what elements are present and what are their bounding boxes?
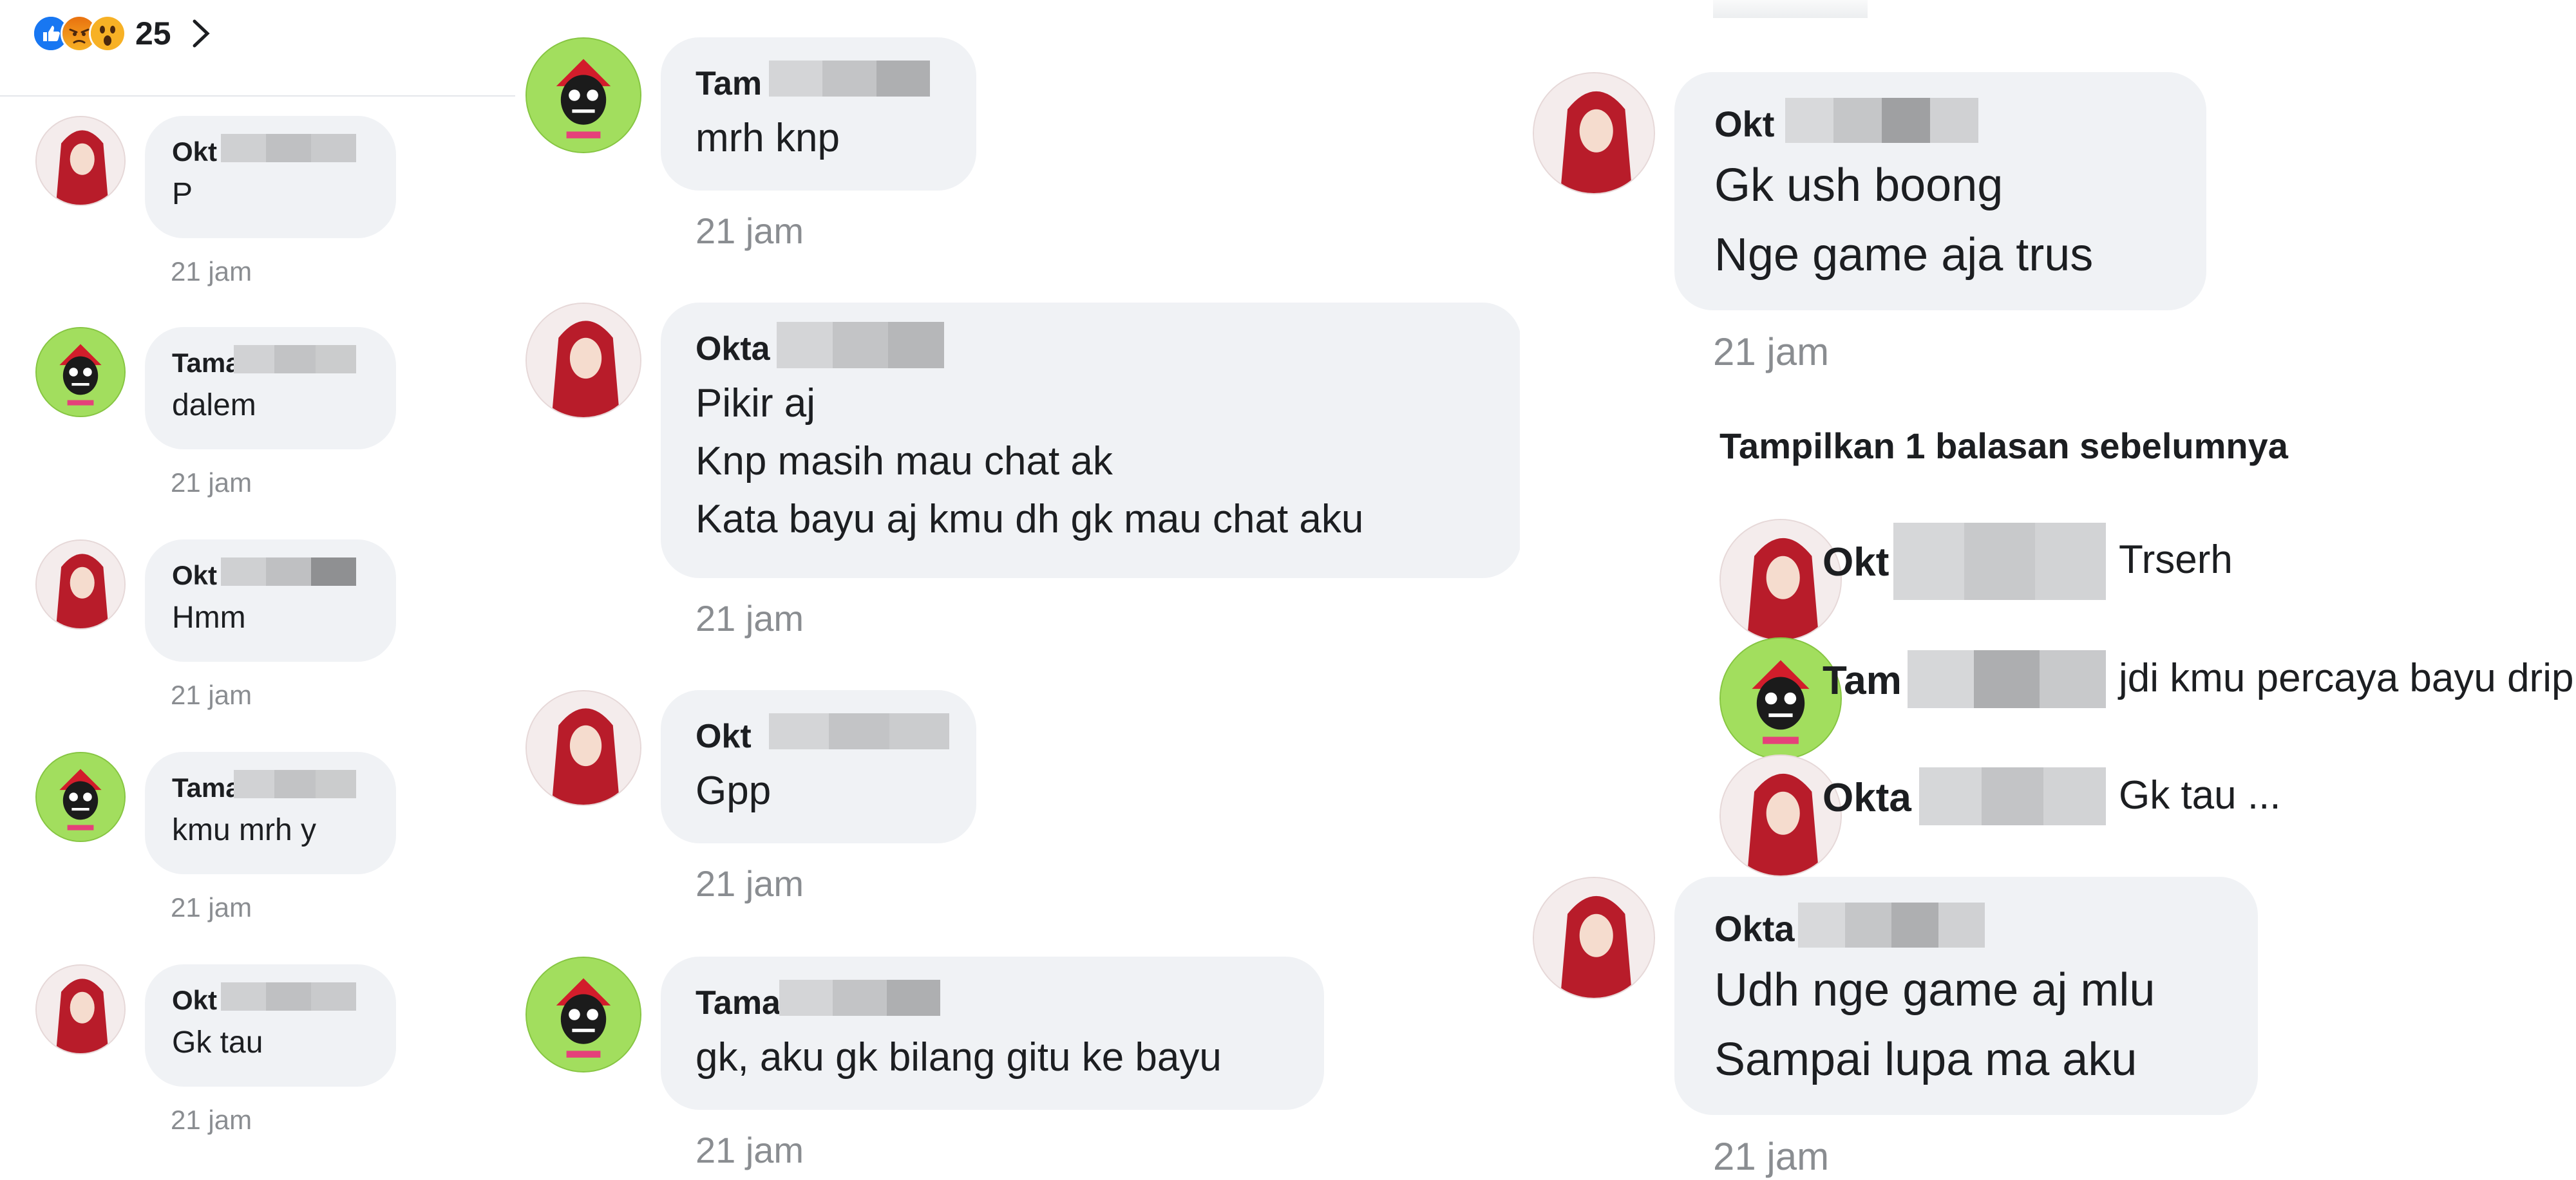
reply-text: Gk tau ...	[2119, 773, 2281, 818]
avatar[interactable]	[526, 957, 641, 1072]
reply-text: Trserh	[2119, 538, 2233, 582]
comment-time[interactable]: 21 jam	[696, 863, 804, 904]
comment-text: P	[172, 177, 193, 211]
avatar[interactable]	[35, 752, 126, 842]
comment-bubble: Tama kmu mrh y	[145, 752, 396, 874]
comment-time[interactable]: 21 jam	[171, 680, 252, 711]
comment-time[interactable]: 21 jam	[696, 597, 804, 639]
commenter-name[interactable]: Tama	[172, 348, 241, 379]
comment-time[interactable]: 21 jam	[1713, 1134, 1829, 1179]
commenter-name[interactable]: Okta	[1714, 908, 1795, 950]
comment-text: gk, aku gk bilang gitu ke bayu	[696, 1035, 1222, 1080]
commenter-name[interactable]: Okt	[696, 717, 752, 756]
panel-comments-2: Tam mrh knp 21 jam Okta Pikir aj Knp mas…	[515, 0, 1520, 1180]
avatar[interactable]	[35, 327, 126, 417]
comment-text: Pikir aj Knp masih mau chat ak Kata bayu…	[696, 381, 1364, 541]
redacted-name-blur	[1893, 523, 2106, 600]
avatar[interactable]	[526, 690, 641, 806]
commenter-name[interactable]: Okt	[1714, 103, 1774, 145]
comment-text: Udh nge game aj mlu Sampai lupa ma aku	[1714, 964, 2155, 1085]
wow-icon	[89, 15, 126, 52]
comment-bubble: Okt Gpp	[661, 690, 976, 843]
comment-text: mrh knp	[696, 116, 840, 160]
avatar[interactable]	[526, 37, 641, 153]
comment-bubble: Okta Udh nge game aj mlu Sampai lupa ma …	[1674, 877, 2258, 1115]
redacted-name-blur	[769, 61, 930, 97]
redacted-name-blur	[769, 713, 949, 749]
redacted-name-blur	[777, 322, 945, 368]
comment-time[interactable]: 21 jam	[171, 467, 252, 498]
comment-bubble: Tam mrh knp	[661, 37, 976, 191]
redacted-name-blur	[1908, 650, 2107, 708]
comment-text: kmu mrh y	[172, 813, 317, 847]
chevron-right-icon[interactable]	[189, 17, 213, 50]
avatar[interactable]	[1533, 877, 1655, 999]
redacted-name-blur	[234, 345, 356, 373]
avatar[interactable]	[526, 303, 641, 418]
comment-bubble: Okta Pikir aj Knp masih mau chat ak Kata…	[661, 303, 1520, 578]
comment-time[interactable]: 21 jam	[1713, 330, 1829, 374]
commenter-name[interactable]: Okt	[172, 560, 217, 591]
commenter-name[interactable]: Tama	[696, 984, 781, 1022]
avatar[interactable]	[35, 964, 126, 1054]
comment-bubble: Okt Gk tau	[145, 964, 396, 1087]
commenter-name[interactable]: Tam	[696, 64, 762, 103]
comment-text: Gpp	[696, 769, 772, 813]
avatar[interactable]	[35, 116, 126, 206]
redacted-name-blur	[221, 134, 356, 162]
comment-bubble: Okt P	[145, 116, 396, 238]
redacted-name-blur	[221, 982, 356, 1011]
comment-time[interactable]: 21 jam	[696, 1129, 804, 1171]
comment-text: dalem	[172, 388, 256, 422]
redacted-name-blur	[1919, 767, 2107, 825]
comment-time[interactable]: 21 jam	[171, 256, 252, 287]
comment-text: Hmm	[172, 601, 246, 635]
reaction-count: 25	[135, 15, 171, 52]
commenter-name[interactable]: Tama	[172, 773, 241, 803]
cropped-text	[1713, 0, 1868, 18]
redacted-name-blur	[221, 557, 356, 586]
avatar[interactable]	[1533, 72, 1655, 194]
divider	[0, 95, 515, 97]
commenter-name[interactable]: Okta	[696, 330, 770, 368]
comment-bubble: Tama gk, aku gk bilang gitu ke bayu	[661, 957, 1324, 1110]
commenter-name[interactable]: Okt	[172, 136, 217, 167]
reply-text: jdi kmu percaya bayu drip	[2119, 656, 2574, 700]
comment-time[interactable]: 21 jam	[171, 892, 252, 923]
comment-text: Gk tau	[172, 1025, 263, 1060]
comment-bubble: Okt Hmm	[145, 539, 396, 662]
commenter-name[interactable]: Okt	[172, 985, 217, 1016]
redacted-name-blur	[1785, 98, 1978, 143]
comment-time[interactable]: 21 jam	[696, 210, 804, 252]
show-previous-replies-link[interactable]: Tampilkan 1 balasan sebelumnya	[1719, 425, 2288, 467]
comment-text: Gk ush boong Nge game aja trus	[1714, 160, 2094, 281]
panel-comments-3: Okt Gk ush boong Nge game aja trus 21 ja…	[1520, 0, 2576, 1180]
reaction-summary[interactable]: 25	[32, 15, 213, 52]
panel-comments-1: 25 Okt P 21 jam Tama dalem 21 jam Okt Hm…	[0, 0, 515, 1180]
avatar[interactable]	[35, 539, 126, 630]
comment-bubble: Tama dalem	[145, 327, 396, 449]
reply-author[interactable]: Okta	[1823, 775, 1911, 821]
comment-time[interactable]: 21 jam	[171, 1105, 252, 1136]
reply-author[interactable]: Tam	[1823, 658, 1902, 704]
redacted-name-blur	[779, 980, 940, 1016]
redacted-name-blur	[234, 770, 356, 798]
comment-bubble: Okt Gk ush boong Nge game aja trus	[1674, 72, 2206, 310]
reply-author[interactable]: Okt	[1823, 539, 1889, 585]
redacted-name-blur	[1798, 903, 1985, 948]
